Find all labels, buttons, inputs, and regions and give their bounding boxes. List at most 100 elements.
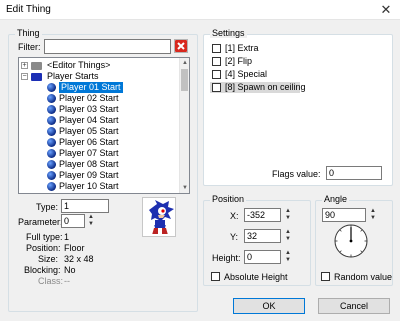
tree-label: Player 09 Start [59, 170, 119, 180]
spin-up-icon[interactable]: ▲ [283, 250, 293, 257]
cancel-button[interactable]: Cancel [318, 298, 390, 314]
collapse-icon[interactable]: − [21, 73, 28, 80]
angle-input[interactable] [322, 208, 366, 222]
tree-item-player-start[interactable]: Player 06 Start [19, 137, 169, 148]
y-spinner[interactable]: ▲ ▼ [283, 229, 293, 244]
flag-checkbox[interactable] [212, 70, 221, 79]
tree-label: Player 08 Start [59, 159, 119, 169]
tree-item-player-start[interactable]: Player 01 Start [19, 82, 169, 93]
flag-checkbox[interactable] [212, 83, 221, 92]
window-title: Edit Thing [6, 4, 51, 15]
tree-item-player-start[interactable]: Player 11 Start [19, 192, 169, 194]
tree-item-player-start[interactable]: Player 07 Start [19, 148, 169, 159]
tree-label: Player 03 Start [59, 104, 119, 114]
spin-up-icon[interactable]: ▲ [368, 208, 378, 215]
blocking-label: Blocking: [24, 265, 61, 275]
spin-down-icon[interactable]: ▼ [283, 257, 293, 264]
tree-item-player-start[interactable]: Player 10 Start [19, 181, 169, 192]
thing-ball-icon [47, 94, 56, 103]
parameter-input[interactable] [61, 214, 85, 228]
random-angle-checkbox[interactable] [321, 272, 330, 281]
spin-down-icon[interactable]: ▼ [283, 236, 293, 243]
clear-filter-button[interactable] [174, 39, 188, 53]
spin-up-icon[interactable]: ▲ [86, 214, 96, 221]
y-input[interactable] [244, 229, 281, 243]
class-value: -- [64, 276, 70, 286]
thing-tree[interactable]: + <Editor Things> − Player Starts Player… [18, 57, 190, 194]
thing-sprite-preview [142, 197, 176, 237]
flag-checkbox[interactable] [212, 57, 221, 66]
thing-group-title: Thing [15, 28, 42, 38]
flag-label: [2] Flip [225, 56, 253, 66]
filter-input[interactable] [44, 39, 171, 54]
flag-option[interactable]: [2] Flip [210, 56, 280, 67]
scroll-down-icon[interactable]: ▼ [180, 183, 189, 193]
tree-label: Player 10 Start [59, 181, 119, 191]
spin-down-icon[interactable]: ▼ [86, 221, 96, 228]
tree-scrollbar[interactable]: ▲ ▼ [179, 58, 189, 193]
ok-button[interactable]: OK [233, 298, 305, 314]
flags-value-input[interactable] [326, 166, 382, 180]
position-value: Floor [64, 243, 85, 253]
size-value: 32 x 48 [64, 254, 94, 264]
tree-item-player-start[interactable]: Player 05 Start [19, 126, 169, 137]
height-spinner[interactable]: ▲ ▼ [283, 250, 293, 265]
tree-label: Player 06 Start [59, 137, 119, 147]
tree-item-player-start[interactable]: Player 04 Start [19, 115, 169, 126]
tree-label: Player 01 Start [59, 82, 123, 93]
thing-ball-icon [47, 138, 56, 147]
flag-checkbox[interactable] [212, 44, 221, 53]
folder-icon [31, 62, 42, 70]
tree-item-player-start[interactable]: Player 03 Start [19, 104, 169, 115]
spin-down-icon[interactable]: ▼ [283, 215, 293, 222]
sprite-image [149, 200, 174, 236]
thing-ball-icon [47, 127, 56, 136]
spin-up-icon[interactable]: ▲ [283, 229, 293, 236]
flag-option[interactable]: [8] Spawn on ceiling [210, 82, 306, 93]
height-label: Height: [212, 253, 241, 263]
spin-down-icon[interactable]: ▼ [368, 215, 378, 222]
x-label: X: [230, 211, 239, 221]
thing-ball-icon [47, 83, 56, 92]
size-label: Size: [38, 254, 59, 264]
expand-icon[interactable]: + [21, 62, 28, 69]
tree-item-player-start[interactable]: Player 02 Start [19, 93, 169, 104]
flag-option[interactable]: [1] Extra [210, 43, 280, 54]
thing-ball-icon [47, 193, 56, 194]
tree-item-editor-things[interactable]: + <Editor Things> [19, 60, 179, 71]
tree-label: Player 05 Start [59, 126, 119, 136]
tree-label: Player 07 Start [59, 148, 119, 158]
random-angle-label[interactable]: Random value [334, 272, 392, 282]
thing-ball-icon [47, 182, 56, 191]
parameter-label: Parameter: [18, 217, 63, 227]
tree-item-player-start[interactable]: Player 08 Start [19, 159, 169, 170]
position-group-title: Position [210, 194, 247, 204]
thing-ball-icon [47, 105, 56, 114]
tree-item-player-starts[interactable]: − Player Starts [19, 71, 179, 82]
angle-spinner[interactable]: ▲ ▼ [368, 208, 378, 223]
type-label: Type: [36, 202, 59, 212]
folder-icon [31, 73, 42, 81]
flag-label: [8] Spawn on ceiling [225, 82, 306, 92]
full-type-label: Full type: [26, 232, 63, 242]
blocking-value: No [64, 265, 76, 275]
scroll-thumb[interactable] [181, 69, 188, 91]
thing-ball-icon [47, 160, 56, 169]
filter-label: Filter: [18, 42, 41, 52]
settings-group-title: Settings [210, 28, 247, 38]
parameter-spinner[interactable]: ▲ ▼ [86, 214, 96, 229]
angle-dial[interactable] [334, 224, 368, 258]
tree-item-player-start[interactable]: Player 09 Start [19, 170, 169, 181]
x-input[interactable] [244, 208, 281, 222]
x-spinner[interactable]: ▲ ▼ [283, 208, 293, 223]
absolute-height-checkbox[interactable] [211, 272, 220, 281]
absolute-height-label[interactable]: Absolute Height [224, 272, 288, 282]
type-input[interactable] [61, 199, 109, 213]
close-icon[interactable]: ✕ [378, 2, 394, 18]
height-input[interactable] [244, 250, 281, 264]
class-label: Class: [38, 276, 64, 286]
flag-option[interactable]: [4] Special [210, 69, 280, 80]
spin-up-icon[interactable]: ▲ [283, 208, 293, 215]
scroll-up-icon[interactable]: ▲ [180, 58, 189, 68]
tree-label: Player Starts [47, 71, 99, 81]
